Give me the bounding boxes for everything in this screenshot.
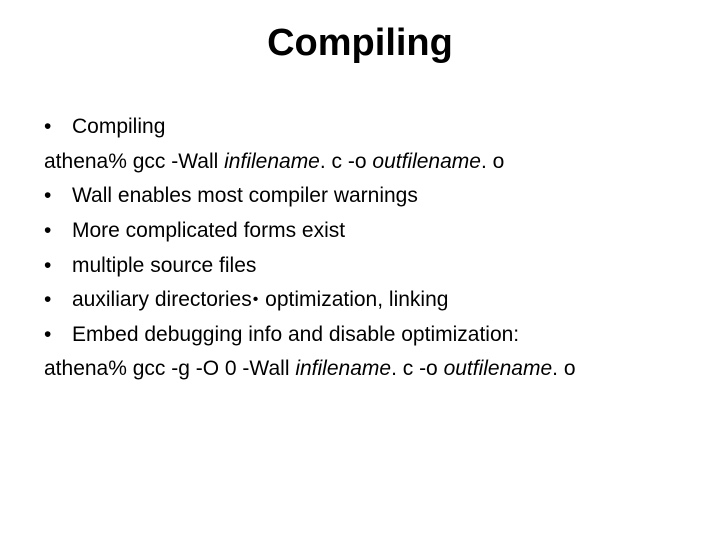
cmd1-prefix: athena% gcc -Wall — [44, 150, 224, 173]
aux-dirs-text-b: optimization, linking — [259, 288, 448, 311]
command-line-2: athena% gcc -g -O 0 -Wall infilename. c … — [42, 352, 678, 387]
bullet-text: Compiling — [72, 110, 678, 145]
bullet-item-multiple-sources: • multiple source files — [42, 249, 678, 284]
bullet-item-debug: • Embed debugging info and disable optim… — [42, 318, 678, 353]
bullet-icon: • — [42, 214, 72, 249]
aux-dirs-text-a: auxiliary directories — [72, 288, 252, 311]
bullet-icon: • — [42, 179, 72, 214]
cmd1-suffix: . o — [481, 150, 504, 173]
command-line-1: athena% gcc -Wall infilename. c -o outfi… — [42, 145, 678, 180]
cmd2-mid: . c -o — [391, 357, 444, 380]
bullet-icon: • — [252, 287, 260, 313]
bullet-icon: • — [42, 283, 72, 318]
slide: Compiling • Compiling athena% gcc -Wall … — [0, 0, 720, 540]
slide-body: • Compiling athena% gcc -Wall infilename… — [42, 110, 678, 387]
slide-title: Compiling — [0, 22, 720, 65]
cmd2-prefix: athena% gcc -g -O 0 -Wall — [44, 357, 295, 380]
bullet-text: More complicated forms exist — [72, 214, 678, 249]
cmd1-infile: infilename — [224, 150, 320, 173]
bullet-text: Embed debugging info and disable optimiz… — [72, 318, 678, 353]
bullet-text: Wall enables most compiler warnings — [72, 179, 678, 214]
bullet-item-aux-dirs: • auxiliary directories• optimization, l… — [42, 283, 678, 318]
bullet-icon: • — [42, 249, 72, 284]
bullet-icon: • — [42, 318, 72, 353]
bullet-text: multiple source files — [72, 249, 678, 284]
cmd1-outfile: outfilename — [372, 150, 481, 173]
cmd2-suffix: . o — [552, 357, 575, 380]
bullet-icon: • — [42, 110, 72, 145]
cmd1-mid: . c -o — [320, 150, 373, 173]
bullet-text: auxiliary directories• optimization, lin… — [72, 283, 678, 318]
cmd2-outfile: outfilename — [444, 357, 553, 380]
cmd2-infile: infilename — [295, 357, 391, 380]
bullet-item-more-forms: • More complicated forms exist — [42, 214, 678, 249]
bullet-item-wall: • Wall enables most compiler warnings — [42, 179, 678, 214]
bullet-item-compiling: • Compiling — [42, 110, 678, 145]
